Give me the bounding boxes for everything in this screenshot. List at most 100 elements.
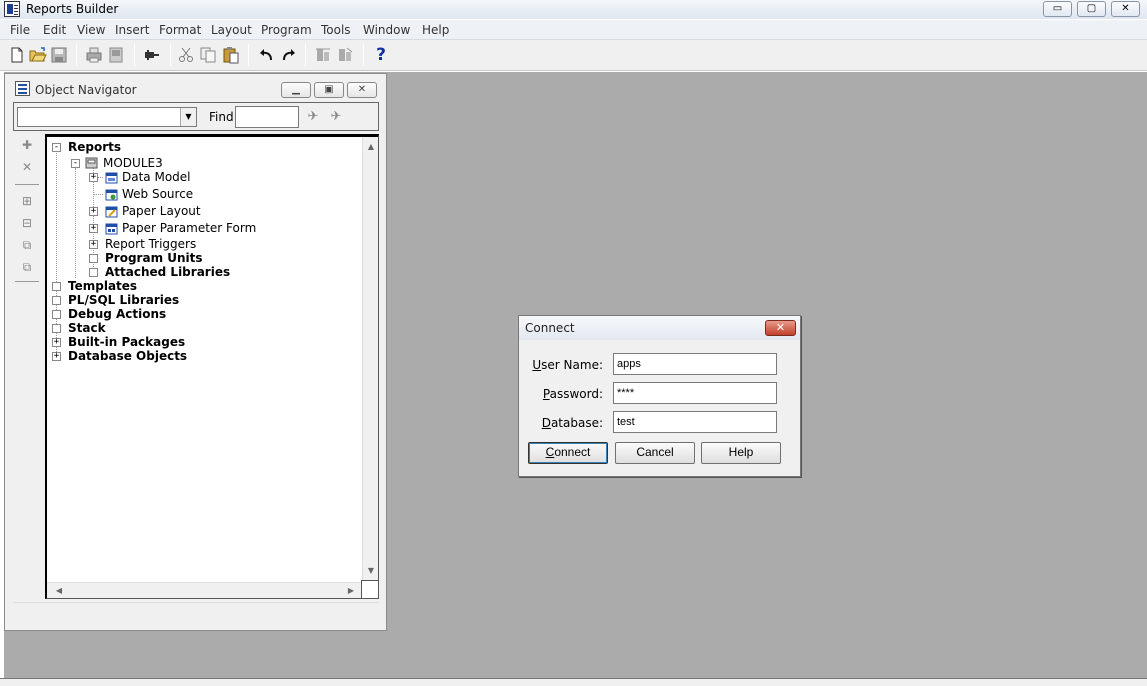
password-label: Password: (542, 387, 603, 401)
find-next-icon[interactable]: ✈ (327, 108, 345, 126)
connect-icon[interactable] (143, 46, 161, 64)
connect-button[interactable]: Connect (528, 442, 608, 464)
copy-icon[interactable] (199, 46, 217, 64)
open-icon[interactable] (29, 46, 47, 64)
menu-window[interactable]: Window (363, 23, 410, 37)
navigator-restore-button[interactable]: ▣ (314, 82, 344, 98)
expand-all-icon[interactable]: ⧉ (19, 237, 35, 253)
undo-icon[interactable] (257, 46, 275, 64)
cancel-button[interactable]: Cancel (615, 442, 695, 464)
plsql-libraries-toggle[interactable] (52, 296, 61, 305)
restore-button[interactable]: ▢ (1077, 1, 1106, 17)
reports-collapse-toggle[interactable]: - (52, 143, 61, 152)
minimize-button[interactable]: ▭ (1043, 1, 1072, 17)
run-icon[interactable] (336, 46, 354, 64)
username-input[interactable] (613, 353, 777, 375)
delete-icon[interactable]: ✕ (19, 159, 35, 175)
data-model-expand-toggle[interactable]: + (89, 173, 98, 182)
data-model-icon (105, 172, 118, 184)
menu-insert[interactable]: Insert (115, 23, 149, 37)
save-icon[interactable] (50, 46, 68, 64)
builtin-packages-expand-toggle[interactable]: + (52, 338, 61, 347)
connect-dialog-title: Connect (525, 321, 575, 335)
paper-layout-expand-toggle[interactable]: + (89, 207, 98, 216)
module-collapse-toggle[interactable]: - (71, 159, 80, 168)
report-triggers-expand-toggle[interactable]: + (89, 240, 98, 249)
menu-layout[interactable]: Layout (211, 23, 252, 37)
tree-node-templates[interactable]: Templates (68, 279, 137, 293)
object-navigator-title: Object Navigator (35, 83, 137, 97)
navigator-close-button[interactable]: ✕ (347, 82, 377, 98)
tree-node-stack[interactable]: Stack (68, 321, 106, 335)
collapse-icon[interactable]: ⊟ (19, 215, 35, 231)
close-button[interactable]: ✕ (1111, 1, 1140, 17)
tree-node-builtin-packages[interactable]: Built-in Packages (68, 335, 185, 349)
menu-edit[interactable]: Edit (43, 23, 66, 37)
menu-format[interactable]: Format (159, 23, 201, 37)
cut-icon[interactable] (177, 46, 195, 64)
new-icon[interactable] (8, 46, 26, 64)
find-label: Find: (209, 110, 238, 124)
navigator-status-bar (13, 602, 379, 624)
program-units-toggle[interactable] (89, 254, 98, 263)
tree-node-web-source[interactable]: Web Source (122, 187, 193, 201)
menu-help[interactable]: Help (422, 23, 449, 37)
web-source-icon (105, 189, 118, 201)
tree-vertical-scrollbar[interactable]: ▲ ▼ (362, 137, 378, 581)
scroll-left-icon[interactable]: ◀ (51, 583, 67, 598)
database-input[interactable] (613, 411, 777, 433)
find-input[interactable] (235, 106, 299, 128)
username-label: User Name: (532, 358, 603, 372)
scroll-down-icon[interactable]: ▼ (363, 563, 378, 579)
tree-node-plsql-libraries[interactable]: PL/SQL Libraries (68, 293, 179, 307)
chevron-down-icon[interactable]: ▼ (180, 108, 196, 126)
reports-builder-app-icon (4, 1, 20, 17)
paper-layout-icon (105, 206, 118, 218)
tree-node-module3[interactable]: MODULE3 (103, 156, 163, 170)
create-icon[interactable]: ✚ (19, 137, 35, 153)
tree-node-attached-libraries[interactable]: Attached Libraries (105, 265, 230, 279)
tree-node-report-triggers[interactable]: Report Triggers (105, 237, 196, 251)
scroll-right-icon[interactable]: ▶ (343, 583, 359, 598)
tree-node-paper-layout[interactable]: Paper Layout (122, 204, 201, 218)
connect-dialog-titlebar: Connect ✕ (519, 316, 800, 340)
paste-icon[interactable] (222, 46, 240, 64)
paper-parameter-form-expand-toggle[interactable]: + (89, 224, 98, 233)
compile-icon[interactable] (314, 46, 332, 64)
password-input[interactable] (613, 382, 777, 404)
report-module-icon (85, 157, 98, 169)
redo-icon[interactable] (280, 46, 298, 64)
database-label: Database: (541, 416, 603, 430)
paper-parameter-form-icon (105, 223, 118, 235)
tree-node-program-units[interactable]: Program Units (105, 251, 203, 265)
menu-view[interactable]: View (77, 23, 105, 37)
menu-file[interactable]: File (10, 23, 30, 37)
scroll-up-icon[interactable]: ▲ (363, 139, 378, 155)
help-button[interactable]: Help (701, 442, 781, 464)
stack-toggle[interactable] (52, 324, 61, 333)
expand-icon[interactable]: ⊞ (19, 193, 35, 209)
database-objects-expand-toggle[interactable]: + (52, 352, 61, 361)
templates-toggle[interactable] (52, 282, 61, 291)
find-previous-icon[interactable]: ✈ (304, 108, 322, 126)
tree-node-debug-actions[interactable]: Debug Actions (68, 307, 166, 321)
navigator-location-combo[interactable]: ▼ (17, 107, 197, 127)
tree-node-reports[interactable]: Reports (68, 140, 121, 154)
debug-actions-toggle[interactable] (52, 310, 61, 319)
collapse-all-icon[interactable]: ⧉ (19, 259, 35, 275)
navigator-minimize-button[interactable]: ▁ (281, 82, 311, 98)
tree-horizontal-scrollbar[interactable]: ◀ ▶ (47, 582, 361, 598)
object-navigator-window: Object Navigator ▁ ▣ ✕ ▼ Find: ✈ ✈ ✚ ✕ ⊞… (4, 73, 387, 631)
tree-node-paper-parameter-form[interactable]: Paper Parameter Form (122, 221, 256, 235)
attached-libraries-toggle[interactable] (89, 268, 98, 277)
help-icon[interactable]: ? (372, 46, 390, 64)
tree-node-data-model[interactable]: Data Model (122, 170, 191, 184)
title-bar: Reports Builder ▭ ▢ ✕ (0, 0, 1147, 19)
connect-dialog-close-button[interactable]: ✕ (765, 320, 796, 336)
tree-node-database-objects[interactable]: Database Objects (68, 349, 187, 363)
print-preview-icon[interactable] (107, 46, 125, 64)
menu-bar: File Edit View Insert Format Layout Prog… (0, 20, 1147, 40)
menu-program[interactable]: Program (261, 23, 312, 37)
print-icon[interactable] (85, 46, 103, 64)
menu-tools[interactable]: Tools (321, 23, 351, 37)
